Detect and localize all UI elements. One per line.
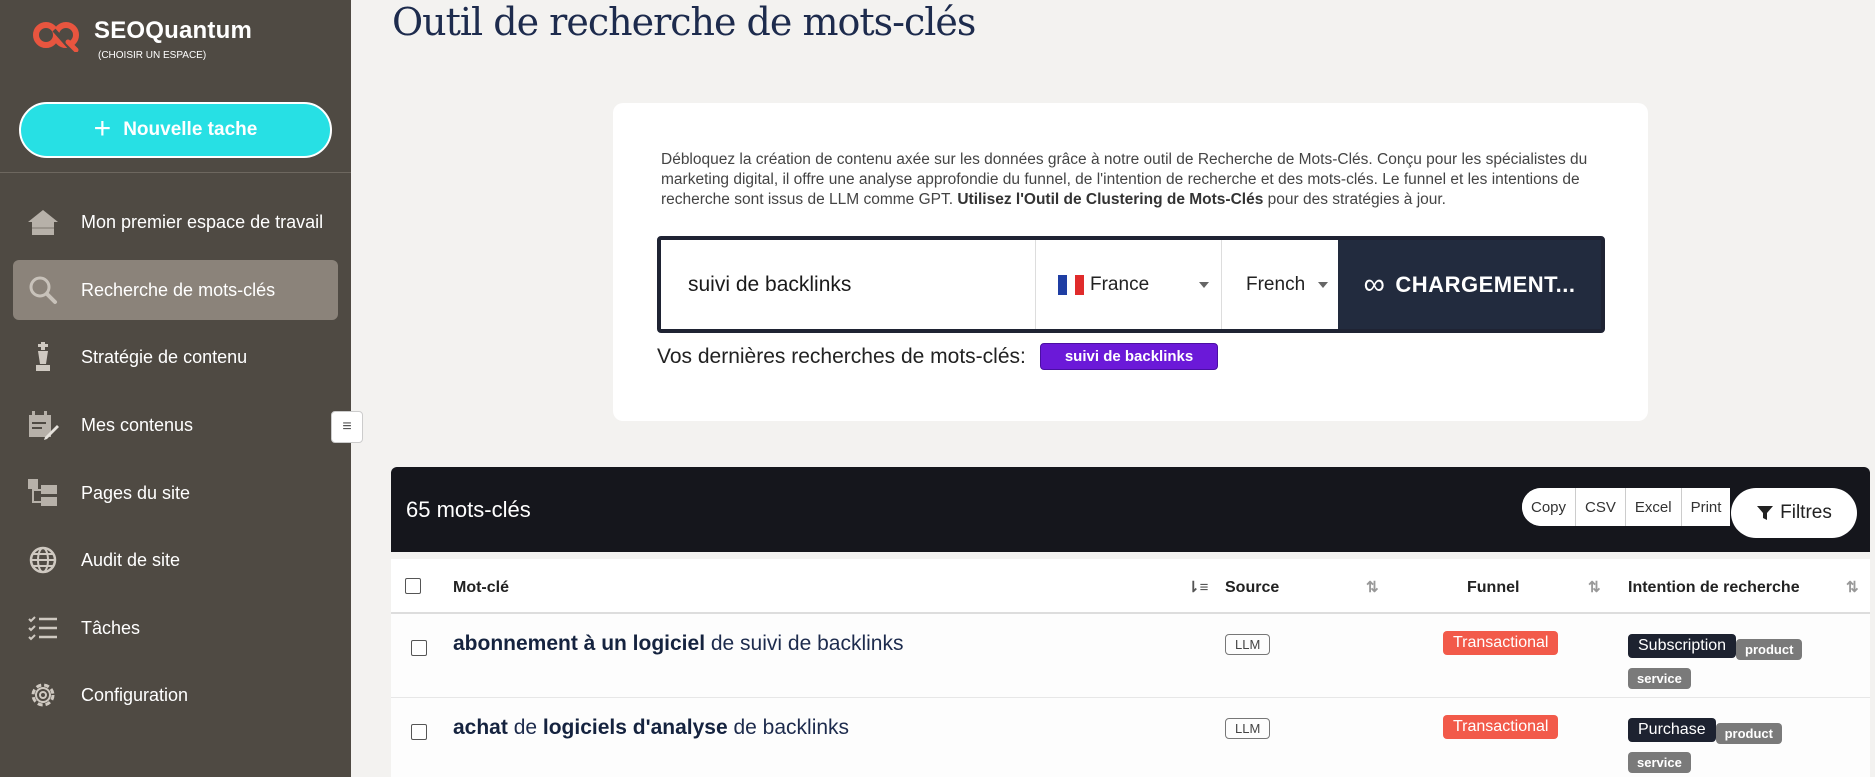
sidebar-item-label: Tâches bbox=[81, 617, 141, 638]
country-select[interactable]: France bbox=[1035, 240, 1221, 329]
recent-search-tag[interactable]: suivi de backlinks bbox=[1039, 343, 1219, 370]
brand[interactable]: SEOQuantum (CHOISIR UN ESPACE) bbox=[32, 17, 253, 61]
print-button[interactable]: Print bbox=[1681, 488, 1731, 526]
table-row: abonnement à un logiciel de suivi de bac… bbox=[391, 614, 1870, 698]
sidebar-item-tasks[interactable]: Tâches bbox=[13, 598, 338, 658]
filters-label: Filtres bbox=[1780, 502, 1832, 523]
intent-tag: product bbox=[1736, 639, 1803, 660]
caret-down-icon bbox=[1318, 282, 1328, 288]
language-select[interactable]: French bbox=[1221, 240, 1338, 329]
seoquantum-logo-icon bbox=[32, 18, 80, 53]
search-submit-button[interactable]: ∞ CHARGEMENT... bbox=[1338, 240, 1601, 329]
sidebar: SEOQuantum (CHOISIR UN ESPACE) + Nouvell… bbox=[0, 0, 351, 777]
funnel-badge: Transactional bbox=[1443, 631, 1559, 655]
keyword-count: 65 mots-clés bbox=[406, 497, 531, 522]
france-flag-icon bbox=[1058, 274, 1085, 295]
search-icon bbox=[13, 275, 73, 305]
tool-description: Débloquez la création de contenu axée su… bbox=[661, 150, 1601, 210]
intent-tag: service bbox=[1628, 752, 1691, 773]
brand-name: SEOQuantum bbox=[94, 17, 253, 44]
caret-down-icon bbox=[1199, 282, 1209, 288]
checklist-icon bbox=[13, 615, 73, 641]
table-row: achat de logiciels d'analyse de backlink… bbox=[391, 698, 1870, 777]
sort-icon[interactable]: ⇅ bbox=[1846, 578, 1859, 596]
results-header: 65 mots-clés Copy CSV Excel Print Filtre… bbox=[391, 467, 1870, 552]
edit-calendar-icon bbox=[13, 410, 73, 440]
sidebar-item-label: Mes contenus bbox=[81, 414, 194, 435]
filters-button[interactable]: Filtres bbox=[1731, 488, 1857, 538]
recent-searches: Vos dernières recherches de mots-clés: s… bbox=[657, 343, 1219, 370]
keyword-search-input[interactable] bbox=[661, 240, 1035, 329]
sidebar-item-label: Audit de site bbox=[81, 549, 181, 570]
sidebar-item-keyword-research[interactable]: Recherche de mots-clés bbox=[13, 260, 338, 320]
column-keyword[interactable]: Mot-clé bbox=[453, 579, 509, 597]
keyword-search-bar: France French ∞ CHARGEMENT... bbox=[657, 236, 1605, 333]
source-badge: LLM bbox=[1225, 634, 1271, 655]
choose-space-link[interactable]: (CHOISIR UN ESPACE) bbox=[98, 50, 206, 61]
keyword-bold: abonnement à un logiciel bbox=[453, 632, 706, 655]
chess-icon bbox=[13, 342, 73, 372]
funnel-badge: Transactional bbox=[1443, 715, 1559, 739]
table-header: Mot-clé ⇂≡ Source ⇅ Funnel ⇅ Intention d… bbox=[391, 559, 1870, 614]
home-icon bbox=[13, 208, 73, 236]
filter-icon bbox=[1757, 506, 1774, 520]
intent-badge: Subscription bbox=[1628, 633, 1737, 658]
sort-desc-icon[interactable]: ⇂≡ bbox=[1187, 578, 1208, 596]
keywords-table: Mot-clé ⇂≡ Source ⇅ Funnel ⇅ Intention d… bbox=[391, 559, 1870, 777]
keyword-text: de backlinks bbox=[727, 716, 850, 739]
gear-icon bbox=[13, 680, 73, 710]
clustering-tool-link[interactable]: Utilisez l'Outil de Clustering de Mots-C… bbox=[957, 191, 1263, 208]
row-checkbox[interactable] bbox=[411, 640, 427, 656]
sidebar-item-workspace[interactable]: Mon premier espace de travail bbox=[13, 192, 338, 252]
keyword-text: de suivi de backlinks bbox=[705, 632, 904, 655]
plus-icon: + bbox=[93, 111, 112, 145]
intent-tag: product bbox=[1715, 723, 1782, 744]
export-buttons: Copy CSV Excel Print bbox=[1522, 488, 1731, 526]
copy-button[interactable]: Copy bbox=[1522, 488, 1577, 526]
select-all-checkbox[interactable] bbox=[405, 578, 421, 594]
row-checkbox[interactable] bbox=[411, 724, 427, 740]
sidebar-item-label: Stratégie de contenu bbox=[81, 346, 248, 367]
sort-icon[interactable]: ⇅ bbox=[1366, 578, 1379, 596]
globe-icon bbox=[13, 545, 73, 575]
page-title: Outil de recherche de mots-clés bbox=[392, 0, 976, 44]
recent-searches-label: Vos dernières recherches de mots-clés: bbox=[657, 344, 1026, 368]
infinity-icon: ∞ bbox=[1363, 267, 1386, 301]
keyword-bold: achat bbox=[453, 716, 508, 739]
sidebar-item-label: Configuration bbox=[81, 684, 189, 705]
intent-cell: Subscription product service bbox=[1628, 631, 1848, 689]
search-card: Débloquez la création de contenu axée su… bbox=[613, 103, 1648, 421]
column-funnel[interactable]: Funnel bbox=[1467, 579, 1519, 597]
column-search-intent[interactable]: Intention de recherche bbox=[1628, 579, 1800, 597]
keyword-text: de bbox=[507, 716, 543, 739]
sort-icon[interactable]: ⇅ bbox=[1588, 578, 1601, 596]
sidebar-item-label: Recherche de mots-clés bbox=[81, 279, 276, 300]
load-button-label: CHARGEMENT... bbox=[1395, 271, 1576, 297]
new-task-button[interactable]: + Nouvelle tache bbox=[19, 102, 332, 158]
new-task-label: Nouvelle tache bbox=[123, 119, 258, 140]
country-value: France bbox=[1090, 273, 1150, 295]
keyword-bold: logiciels d'analyse bbox=[542, 716, 728, 739]
sidebar-divider bbox=[0, 172, 351, 173]
intent-badge: Purchase bbox=[1628, 717, 1716, 742]
sidebar-item-site-audit[interactable]: Audit de site bbox=[13, 530, 338, 590]
keyword-cell[interactable]: abonnement à un logiciel de suivi de bac… bbox=[453, 632, 903, 656]
sidebar-collapse-button[interactable]: ≡ bbox=[331, 411, 363, 443]
source-badge: LLM bbox=[1225, 718, 1271, 739]
csv-button[interactable]: CSV bbox=[1576, 488, 1626, 526]
column-source[interactable]: Source bbox=[1225, 579, 1279, 597]
sidebar-item-label: Pages du site bbox=[81, 482, 191, 503]
description-text-end: pour des stratégies à jour. bbox=[1263, 191, 1446, 208]
sitemap-icon bbox=[13, 478, 73, 508]
sidebar-item-content-strategy[interactable]: Stratégie de contenu bbox=[13, 327, 338, 387]
excel-button[interactable]: Excel bbox=[1625, 488, 1682, 526]
language-value: French bbox=[1246, 273, 1306, 295]
sidebar-item-configuration[interactable]: Configuration bbox=[13, 665, 338, 725]
intent-tag: service bbox=[1628, 668, 1691, 689]
intent-cell: Purchase product service bbox=[1628, 715, 1848, 773]
sidebar-item-site-pages[interactable]: Pages du site bbox=[13, 463, 338, 523]
keyword-cell[interactable]: achat de logiciels d'analyse de backlink… bbox=[453, 716, 849, 740]
sidebar-item-label: Mon premier espace de travail bbox=[81, 211, 324, 232]
sidebar-item-my-contents[interactable]: Mes contenus bbox=[13, 395, 338, 455]
